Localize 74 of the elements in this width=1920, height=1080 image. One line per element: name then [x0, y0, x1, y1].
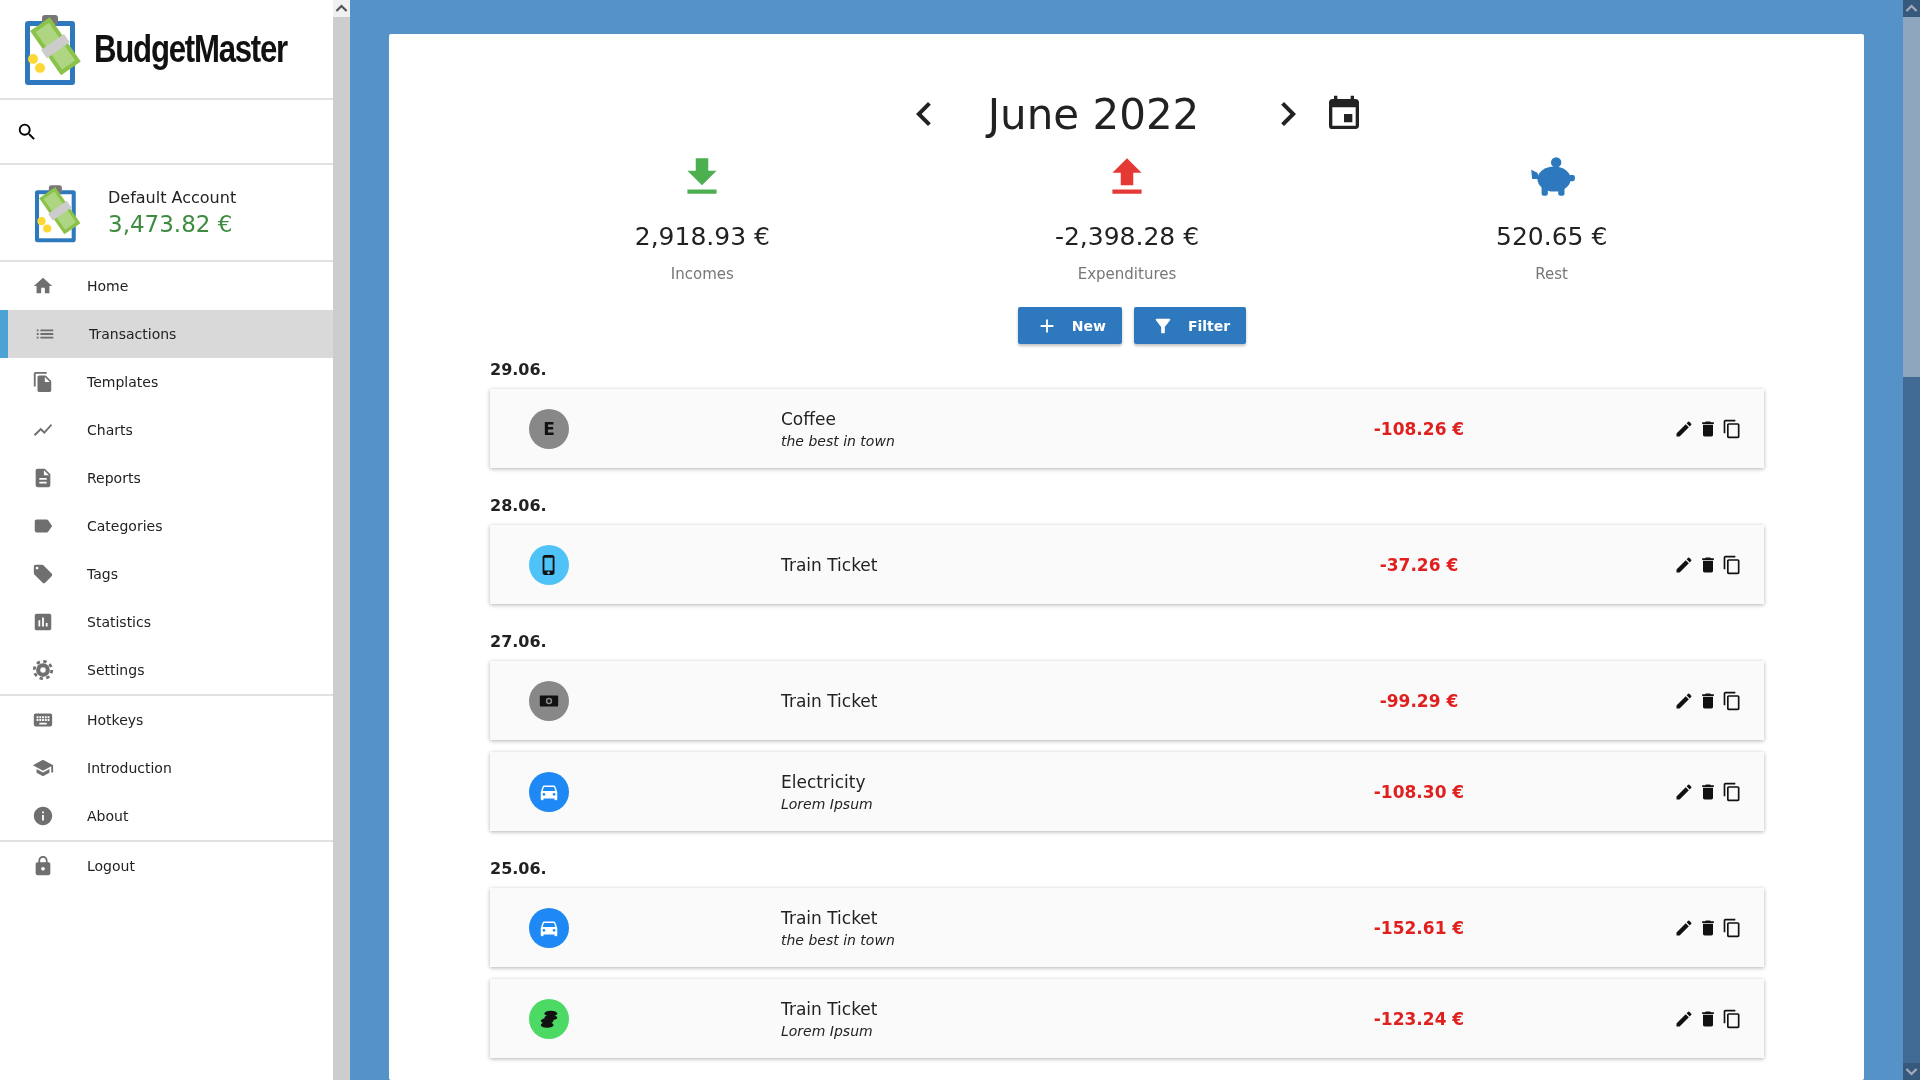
menu-item[interactable]: Introduction [0, 744, 333, 792]
copy-icon[interactable] [1722, 690, 1742, 711]
copy-icon[interactable] [1722, 418, 1742, 439]
account-balance: 3,473.82 € [108, 211, 234, 237]
menu-item[interactable]: About [0, 792, 333, 840]
summary-amount: 2,918.93 € [634, 222, 770, 251]
transaction-amount: -99.29 € [1378, 690, 1460, 711]
transaction-name: Train Ticket [781, 554, 879, 575]
scroll-down-icon[interactable] [1903, 1063, 1920, 1080]
transaction-row[interactable]: E Coffee the best in town -108.26 € [490, 389, 1764, 468]
edit-icon[interactable] [1674, 917, 1694, 938]
edit-icon[interactable] [1674, 781, 1694, 802]
transaction-name: Coffee [781, 408, 837, 429]
edit-icon[interactable] [1674, 690, 1694, 711]
transaction-name: Train Ticket [781, 690, 879, 711]
summary-label: Incomes [670, 265, 734, 283]
settings-icon [32, 659, 54, 681]
transaction-amount: -108.26 € [1372, 418, 1466, 439]
transaction-name: Train Ticket [781, 907, 879, 928]
scroll-up-icon[interactable] [1903, 0, 1920, 17]
menu-item[interactable]: Home [0, 262, 333, 310]
edit-icon[interactable] [1674, 418, 1694, 439]
app-name: BudgetMaster [94, 27, 287, 71]
transaction-name: Train Ticket [781, 998, 879, 1019]
transaction-row[interactable]: Train Ticket -99.29 € [490, 661, 1764, 740]
date-heading: 29.06. [490, 360, 548, 379]
transaction-row[interactable]: Train Ticket Lorem Ipsum -123.24 € [490, 979, 1764, 1058]
menu-item[interactable]: Settings [0, 646, 333, 694]
scroll-up-icon[interactable] [333, 0, 350, 17]
menu-item[interactable]: Hotkeys [0, 696, 333, 744]
copy-icon [32, 371, 54, 393]
filter-button[interactable]: Filter [1133, 307, 1247, 344]
menu-item[interactable]: Templates [0, 358, 333, 406]
summary-label: Rest [1535, 265, 1568, 283]
transaction-row[interactable]: Electricity Lorem Ipsum -108.30 € [490, 752, 1764, 831]
summary-label: Expenditures [1077, 265, 1177, 283]
new-button[interactable]: New [1017, 307, 1122, 344]
menu-item[interactable]: Charts [0, 406, 333, 454]
menu-item[interactable]: Reports [0, 454, 333, 502]
month-title: June 2022 [987, 89, 1200, 139]
menu-item[interactable]: Transactions [0, 310, 333, 358]
category-icon: E [529, 408, 569, 449]
transaction-description: Lorem Ipsum [781, 795, 874, 812]
info-icon [32, 805, 54, 827]
menu-item[interactable]: Statistics [0, 598, 333, 646]
menu-item[interactable]: Logout [0, 842, 333, 890]
copy-icon[interactable] [1722, 781, 1742, 802]
scrollbar-thumb[interactable] [1903, 17, 1920, 377]
menu-item[interactable]: Tags [0, 550, 333, 598]
edit-icon[interactable] [1674, 554, 1694, 575]
transaction-amount: -108.30 € [1372, 781, 1466, 802]
edit-icon[interactable] [1674, 1008, 1694, 1029]
summary-amount: 520.65 € [1496, 222, 1608, 251]
menu-item[interactable]: Categories [0, 502, 333, 550]
copy-icon[interactable] [1722, 554, 1742, 575]
tag-icon [32, 563, 54, 585]
account-name: Default Account [108, 188, 237, 207]
copy-icon[interactable] [1722, 917, 1742, 938]
copy-icon[interactable] [1722, 1008, 1742, 1029]
transaction-description: the best in town [781, 931, 896, 948]
transaction-amount: -123.24 € [1372, 1008, 1466, 1029]
transaction-row[interactable]: Train Ticket the best in town -152.61 € [490, 888, 1764, 967]
transaction-row[interactable]: Train Ticket -37.26 € [490, 525, 1764, 604]
date-heading: 25.06. [490, 859, 548, 878]
transaction-description: the best in town [781, 432, 896, 449]
transaction-amount: -37.26 € [1378, 554, 1460, 575]
transaction-amount: -152.61 € [1372, 917, 1466, 938]
summary-amount: -2,398.28 € [1054, 222, 1200, 251]
transaction-name: Electricity [781, 771, 867, 792]
date-heading: 27.06. [490, 632, 548, 651]
date-heading: 28.06. [490, 496, 548, 515]
transaction-description: Lorem Ipsum [781, 1022, 874, 1039]
bar-chart-icon [32, 611, 54, 633]
graduation-cap-icon [32, 757, 54, 779]
